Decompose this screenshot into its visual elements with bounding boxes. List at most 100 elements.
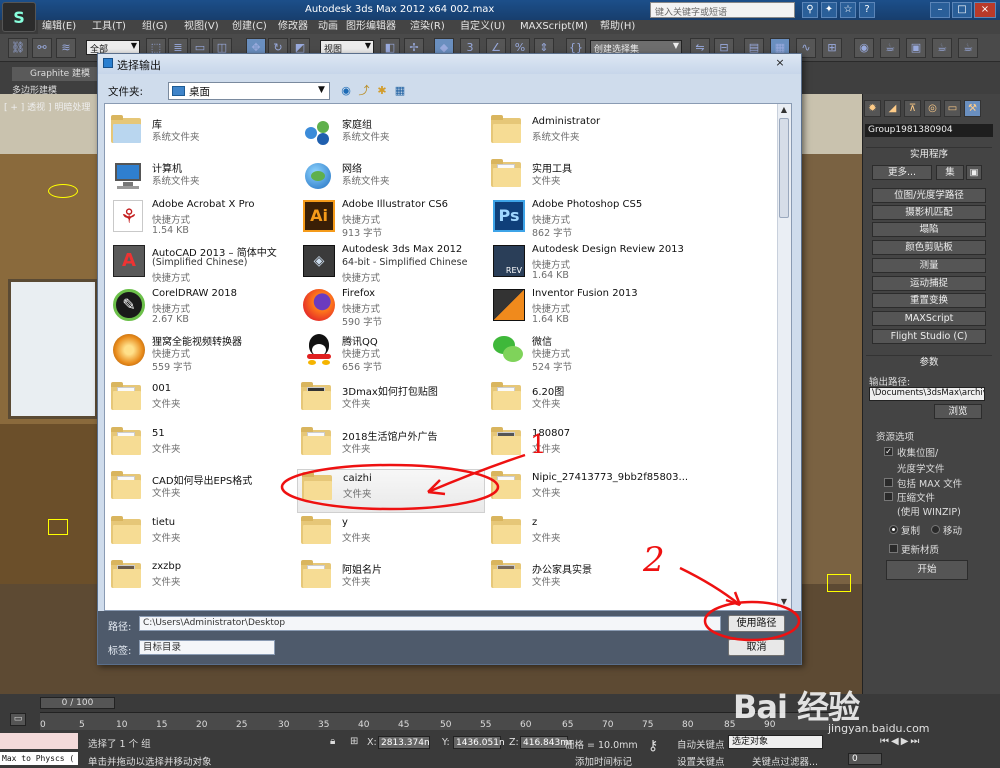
binoculars-icon[interactable]: ⚲ [802,2,818,18]
current-frame-field[interactable]: 0 [848,753,882,765]
menu-customize[interactable]: 自定义(U) [460,20,505,34]
chevron-down-icon[interactable]: ▼ [318,85,325,95]
schematic-view-icon[interactable]: ⊞ [822,38,842,58]
browse-button[interactable]: 浏览 [934,404,982,419]
list-item[interactable]: Ps Adobe Photoshop CS5 快捷方式 862 字节 [487,196,675,240]
folder-dropdown[interactable]: 桌面 [168,82,330,100]
list-item[interactable]: Ai Adobe Illustrator CS6 快捷方式 913 字节 [297,196,485,240]
list-item[interactable]: Inventor Fusion 2013 快捷方式 1.64 KB [487,285,675,329]
list-item[interactable]: Administrator 系统文件夹 [487,113,675,157]
maxscript-listener-box[interactable] [0,733,78,749]
help-icon[interactable]: ? [859,2,875,18]
menu-group[interactable]: 组(G) [142,20,168,34]
minimize-button[interactable]: – [930,2,950,18]
unlink-icon[interactable]: ⚯ [32,38,52,58]
key-icon[interactable]: ⚷ [648,738,658,754]
start-button[interactable]: 开始 [886,560,968,580]
list-item[interactable]: 计算机 系统文件夹 [107,157,295,201]
compress-files-checkbox[interactable] [884,492,893,501]
graphite-tab[interactable]: Graphite 建模 [12,67,98,81]
output-path-field[interactable]: \Documents\3dsMax\archives [869,387,985,401]
list-item[interactable]: 办公家具实景 文件夹 [487,558,675,602]
time-slider[interactable]: 0 / 100 [40,697,115,709]
list-item[interactable]: 家庭组 系统文件夹 [297,113,485,157]
list-item[interactable]: ⚘ Adobe Acrobat X Pro 快捷方式 1.54 KB [107,196,295,240]
more-button[interactable]: 更多... [872,165,932,180]
list-item-selected[interactable]: caizhi 文件夹 [297,469,485,513]
x-coordinate-field[interactable]: 2813.374n [378,736,430,749]
render-setup-icon[interactable]: ☕ [880,38,900,58]
create-tab-icon[interactable]: ✹ [864,100,881,117]
minilistener-icon[interactable]: ▭ [10,713,26,726]
menu-create[interactable]: 创建(C) [232,20,267,34]
list-item[interactable]: CAD如何导出EPS格式 文件夹 [107,469,295,513]
utility-button-color-clipboard[interactable]: 颜色剪贴板 [872,240,986,255]
y-coordinate-field[interactable]: 1436.051n [453,736,505,749]
app-logo-icon[interactable]: S [2,2,36,32]
list-item[interactable]: 实用工具 文件夹 [487,157,675,201]
use-path-button[interactable]: 使用路径 [728,615,785,632]
configure-sets-icon[interactable]: ▣ [966,165,982,180]
motion-tab-icon[interactable]: ◎ [924,100,941,117]
utility-button-camera-match[interactable]: 摄影机匹配 [872,205,986,220]
list-item[interactable]: tietu 文件夹 [107,514,295,558]
link-icon[interactable]: ⛓ [8,38,28,58]
add-time-tag[interactable]: 添加时间标记 [575,754,632,768]
new-folder-icon[interactable]: ✱ [375,84,389,98]
render-production-icon[interactable]: ☕ [932,38,952,58]
utility-button-measure[interactable]: 测量 [872,258,986,273]
menu-edit[interactable]: 编辑(E) [42,20,76,34]
material-editor-icon[interactable]: ◉ [854,38,874,58]
playback-controls-icon[interactable]: ⏮◀▶⏭ [880,736,950,750]
list-item[interactable]: Firefox 快捷方式 590 字节 [297,285,485,329]
bind-space-warp-icon[interactable]: ≋ [56,38,76,58]
menu-graph-editors[interactable]: 图形编辑器 [346,20,396,34]
list-item[interactable]: 2018生活馆户外广告 文件夹 [297,425,485,469]
collect-bitmaps-checkbox[interactable]: ✓ [884,447,893,456]
move-radio[interactable] [931,525,940,534]
set-key-button[interactable]: 设置关键点 [677,754,725,768]
object-name-field[interactable]: Group1981380904 [865,124,993,137]
display-tab-icon[interactable]: ▭ [944,100,961,117]
list-item[interactable]: 180807 文件夹 [487,425,675,469]
list-item[interactable]: zxzbp 文件夹 [107,558,295,602]
label-field[interactable]: 目标目录 [139,640,275,655]
list-item[interactable]: 狸窝全能视频转换器 快捷方式 559 字节 [107,330,295,374]
utility-button-maxscript[interactable]: MAXScript [872,311,986,326]
list-item[interactable]: A AutoCAD 2013 – 简体中文 (Simplified Chines… [107,241,295,285]
list-item[interactable]: ✎ CorelDRAW 2018 快捷方式 2.67 KB [107,285,295,329]
copy-radio[interactable] [889,525,898,534]
list-item[interactable]: 阿姐名片 文件夹 [297,558,485,602]
auto-key-button[interactable]: 自动关键点 [677,737,725,751]
path-field[interactable]: C:\Users\Administrator\Desktop [139,616,721,631]
absolute-mode-icon[interactable]: ⊞ [350,736,362,748]
utility-button-reset-xform[interactable]: 重置变换 [872,293,986,308]
utility-button-bitmap-paths[interactable]: 位图/光度学路径 [872,188,986,203]
key-selection-dropdown[interactable]: 选定对象 [728,735,823,749]
utilities-tab-icon[interactable]: ⚒ [964,100,981,117]
maxscript-mini-listener[interactable]: Max to Physcs ( [0,752,78,765]
communication-center-icon[interactable]: ✦ [821,2,837,18]
hierarchy-tab-icon[interactable]: ⊼ [904,100,921,117]
utility-button-motion-capture[interactable]: 运动捕捉 [872,276,986,291]
list-item[interactable]: y 文件夹 [297,514,485,558]
viewport-label[interactable]: [ + ] 透视 ] 明暗处理 [4,100,90,113]
list-item[interactable]: 微信 快捷方式 524 字节 [487,330,675,374]
maximize-button[interactable]: □ [952,2,972,18]
sets-button[interactable]: 集 [936,165,964,180]
scroll-thumb[interactable] [779,118,789,218]
list-item[interactable]: 6.20图 文件夹 [487,380,675,424]
list-item[interactable]: 网络 系统文件夹 [297,157,485,201]
utility-button-flight-studio[interactable]: Flight Studio (C) [872,329,986,344]
list-item[interactable]: 001 文件夹 [107,380,295,424]
close-button[interactable]: × [974,2,996,18]
menu-help[interactable]: 帮助(H) [600,20,635,34]
back-icon[interactable]: ◉ [339,84,353,98]
list-item[interactable]: 腾讯QQ 快捷方式 656 字节 [297,330,485,374]
up-folder-icon[interactable]: ⤴ [357,84,371,98]
include-max-checkbox[interactable] [884,478,893,487]
favorites-icon[interactable]: ☆ [840,2,856,18]
menu-tools[interactable]: 工具(T) [92,20,126,34]
menu-views[interactable]: 视图(V) [184,20,219,34]
key-filters-button[interactable]: 关键点过滤器... [752,754,818,768]
